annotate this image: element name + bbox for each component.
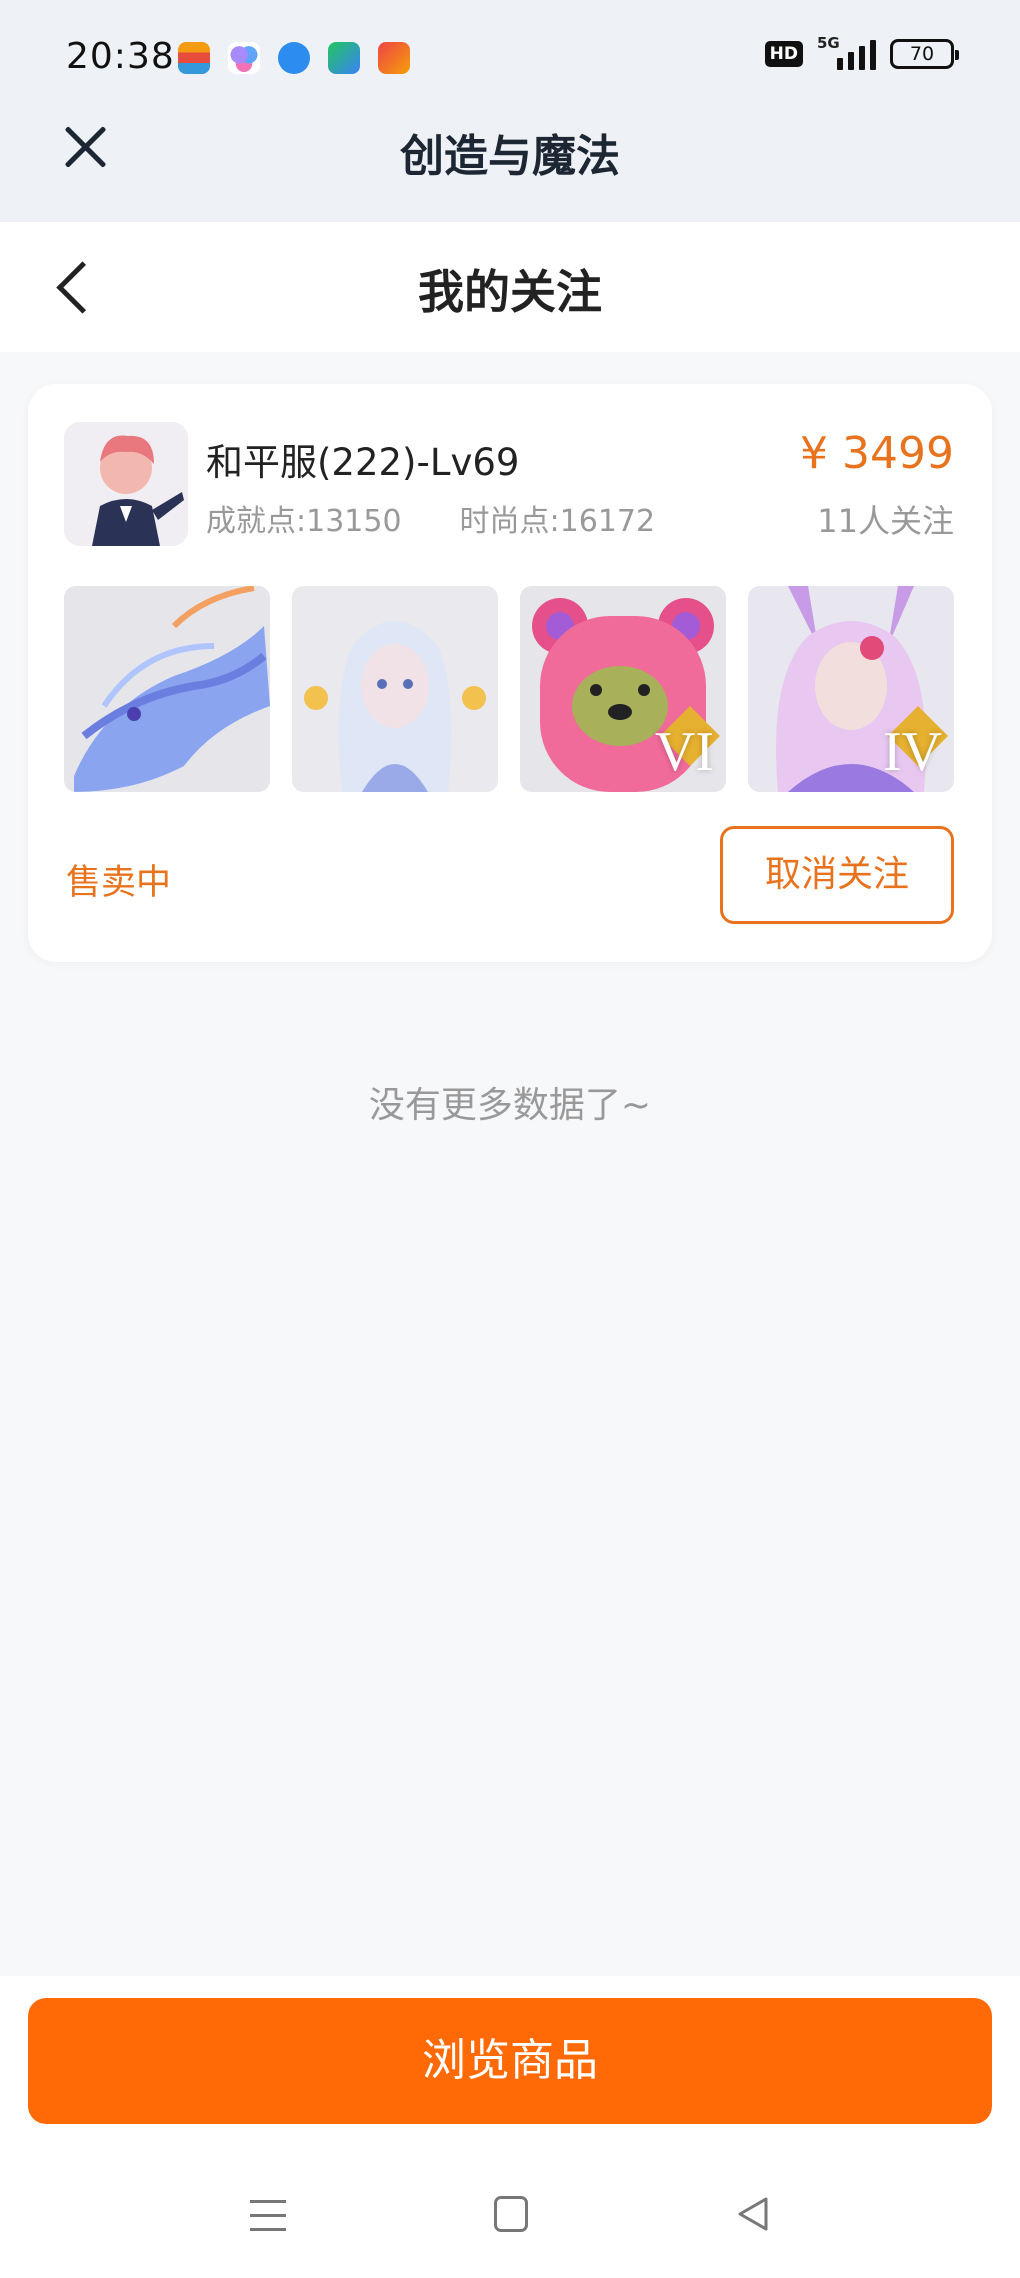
no-more-data-text: 没有更多数据了~ — [368, 1085, 652, 1126]
sale-status: 售卖中 — [66, 863, 172, 903]
app-title: 创造与魔法 — [400, 131, 620, 182]
avatar — [64, 422, 188, 546]
home-icon[interactable] — [494, 2196, 528, 2232]
notification-icons — [178, 42, 410, 74]
hd-badge: HD — [764, 41, 803, 67]
character-thumbnail[interactable] — [292, 586, 498, 792]
wallet-app-icon — [178, 42, 210, 74]
signal-icon: 5G — [817, 34, 876, 70]
top-bar: 20:38 HD 5G 70 创造与魔法 — [0, 0, 1020, 222]
status-time: 20:38 — [66, 36, 175, 77]
follower-count: 11人关注 — [817, 502, 954, 540]
cloud-app-icon — [228, 42, 260, 74]
browse-products-button[interactable]: 浏览商品 — [28, 1998, 992, 2124]
page-title: 我的关注 — [418, 265, 602, 319]
dragon-thumbnail[interactable] — [64, 586, 270, 792]
item-name: 和平服(222)-Lv69 — [206, 441, 520, 484]
followed-item-card[interactable]: 和平服(222)-Lv69 成就点:13150 时尚点:16172 ¥ 3499… — [28, 384, 992, 962]
video-app-icon — [328, 42, 360, 74]
item-thumbnails: VI IV — [64, 586, 954, 792]
game-app-icon — [378, 42, 410, 74]
fashion-points: 时尚点:16172 — [459, 504, 656, 539]
item-price: ¥ 3499 — [800, 428, 954, 479]
page-header: 我的关注 — [0, 222, 1020, 352]
bear-thumbnail[interactable]: VI — [520, 586, 726, 792]
rank-badge: IV — [882, 721, 942, 783]
item-stats: 成就点:13150 时尚点:16172 — [206, 496, 655, 540]
browser-app-icon — [278, 42, 310, 74]
rank-badge: VI — [654, 721, 714, 783]
back-triangle-icon[interactable] — [736, 2196, 770, 2232]
unfollow-button[interactable]: 取消关注 — [720, 826, 954, 924]
achievement-points: 成就点:13150 — [206, 504, 402, 539]
status-right: HD 5G 70 — [764, 34, 959, 70]
network-type: 5G — [817, 34, 840, 52]
menu-icon[interactable] — [250, 2200, 286, 2232]
fox-character-thumbnail[interactable]: IV — [748, 586, 954, 792]
system-navigation-bar — [0, 2180, 1020, 2250]
battery-icon: 70 — [890, 39, 959, 69]
